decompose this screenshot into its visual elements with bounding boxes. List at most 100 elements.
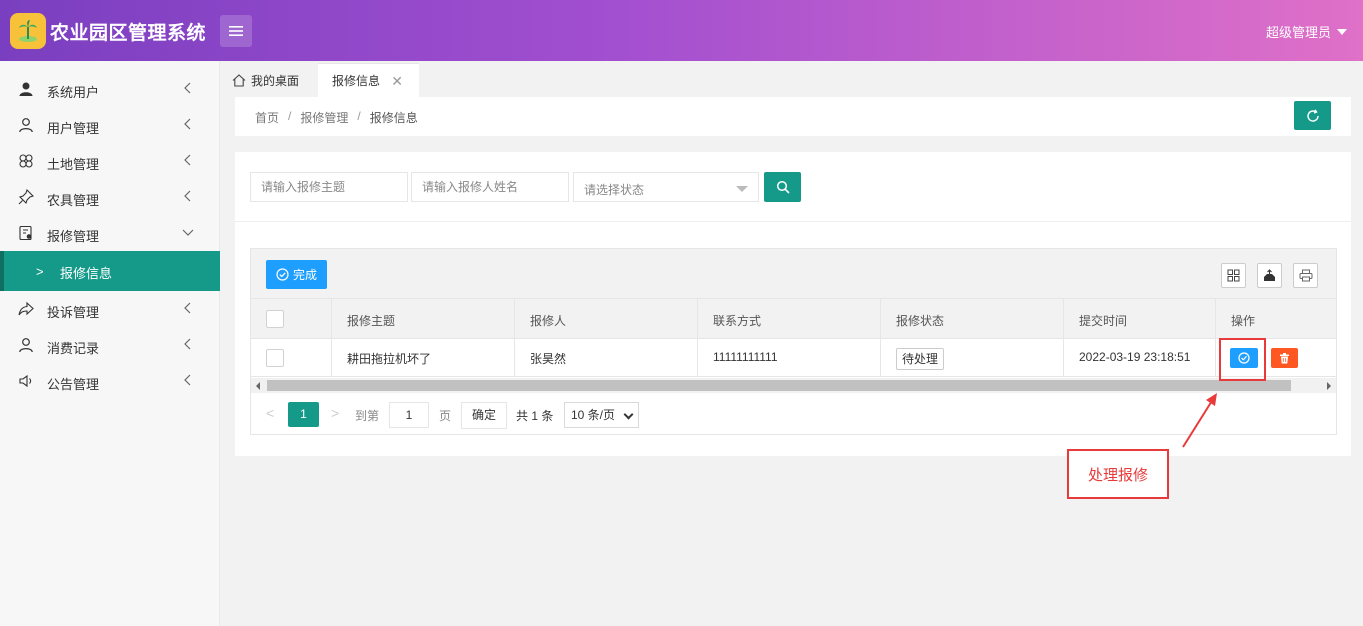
search-icon: [776, 180, 790, 194]
page-tabs: 我的桌面 报修信息 ✕: [220, 61, 1363, 97]
sidebar-item-label: 农具管理: [47, 193, 100, 208]
goto-page-input[interactable]: [389, 402, 429, 428]
column-filter-button[interactable]: [1221, 263, 1246, 288]
tab-repair-info[interactable]: 报修信息 ✕: [318, 63, 419, 97]
sidebar-item-complaint-management[interactable]: 投诉管理: [0, 291, 220, 327]
column-header: 操作: [1231, 314, 1256, 328]
row-checkbox[interactable]: [266, 349, 284, 367]
logo-icon: [10, 13, 46, 49]
user-solid-icon: [19, 82, 33, 96]
status-badge: 待处理: [896, 348, 945, 370]
top-header: 农业园区管理系统 超级管理员: [0, 0, 1363, 61]
annotation-arrow: [1182, 393, 1217, 448]
subject-search-input[interactable]: [250, 172, 408, 202]
prev-page-icon[interactable]: <: [266, 405, 274, 421]
divider: [235, 221, 1351, 222]
chevron-left-icon: [184, 338, 191, 350]
columns-icon: [1227, 269, 1240, 282]
total-count: 共 1 条: [516, 409, 554, 423]
close-icon[interactable]: ✕: [391, 73, 403, 90]
column-header: 报修人: [515, 299, 698, 338]
tab-my-desktop[interactable]: 我的桌面: [232, 63, 318, 97]
scroll-right-icon[interactable]: [1327, 382, 1331, 390]
sidebar-item-system-users[interactable]: 系统用户: [0, 71, 220, 107]
chevron-down-icon: [182, 229, 194, 236]
refresh-button[interactable]: [1294, 101, 1331, 130]
home-icon: [232, 73, 246, 87]
sidebar-subitem-repair-info[interactable]: > 报修信息: [0, 251, 220, 291]
chevron-left-icon: [184, 190, 191, 202]
chevron-left-icon: [184, 154, 191, 166]
annotation-callout: 处理报修: [1067, 449, 1169, 499]
sidebar-item-consumption-records[interactable]: 消费记录: [0, 327, 220, 363]
pin-icon: [18, 189, 34, 205]
breadcrumb-bar: 首页 / 报修管理 / 报修信息: [235, 97, 1351, 136]
cell-subject: 耕田拖拉机坏了: [332, 339, 515, 376]
sidebar-item-label: 土地管理: [47, 157, 100, 172]
breadcrumb: 首页 / 报修管理 / 报修信息: [255, 109, 418, 126]
page-unit-label: 页: [439, 409, 452, 423]
scrollbar-thumb[interactable]: [267, 380, 1291, 391]
scroll-left-icon[interactable]: [256, 382, 260, 390]
sidebar-item-repair-management[interactable]: 报修管理: [0, 215, 220, 251]
sidebar-item-label: 系统用户: [47, 85, 100, 100]
breadcrumb-separator: /: [357, 109, 361, 123]
chevron-left-icon: [184, 82, 191, 94]
export-icon: [1264, 269, 1275, 281]
delete-button[interactable]: [1271, 348, 1298, 368]
sidebar-item-tool-management[interactable]: 农具管理: [0, 179, 220, 215]
sidebar-item-label: 用户管理: [47, 121, 100, 136]
current-page-button[interactable]: 1: [288, 402, 319, 427]
chevron-right-icon: >: [36, 264, 44, 279]
sidebar-item-label: 公告管理: [47, 377, 100, 392]
goto-confirm-button[interactable]: 确定: [461, 402, 507, 429]
menu-toggle-button[interactable]: [220, 15, 252, 47]
dropdown-arrow-icon: [736, 186, 748, 192]
cell-reporter: 张昊然: [515, 339, 698, 376]
app-title: 农业园区管理系统: [50, 23, 207, 44]
cell-status: 待处理: [881, 339, 1064, 376]
column-header: 报修主题: [332, 299, 515, 338]
goto-label: 到第: [355, 409, 380, 423]
status-select[interactable]: 请选择状态: [573, 172, 759, 202]
speaker-icon: [19, 374, 32, 388]
user-menu[interactable]: 超级管理员: [1266, 22, 1347, 41]
sidebar-item-label: 消费记录: [47, 341, 100, 356]
row-select-cell: [251, 339, 332, 376]
table-row: 耕田拖拉机坏了 张昊然 11111111111 待处理 2022-03-19 2…: [251, 339, 1336, 377]
cell-time: 2022-03-19 23:18:51: [1064, 339, 1216, 376]
reporter-name-input[interactable]: [411, 172, 569, 202]
status-select-placeholder: 请选择状态: [584, 183, 645, 197]
select-all-checkbox[interactable]: [266, 310, 284, 328]
breadcrumb-repair-management[interactable]: 报修管理: [300, 109, 348, 126]
sidebar-item-announcement-management[interactable]: 公告管理: [0, 363, 220, 399]
next-page-icon[interactable]: >: [331, 405, 339, 421]
chevron-left-icon: [184, 374, 191, 386]
breadcrumb-current: 报修信息: [369, 111, 418, 125]
chevron-left-icon: [184, 118, 191, 130]
sidebar-item-land-management[interactable]: 土地管理: [0, 143, 220, 179]
export-button[interactable]: [1257, 263, 1282, 288]
user-menu-label: 超级管理员: [1265, 25, 1331, 40]
column-header: 联系方式: [698, 299, 881, 338]
search-button[interactable]: [764, 172, 801, 202]
user-outline-icon: [19, 118, 33, 133]
repair-doc-icon: [19, 225, 32, 241]
sidebar-item-label: 报修管理: [47, 229, 100, 244]
table-toolbar: 完成: [251, 249, 1336, 299]
complete-button[interactable]: 完成: [266, 260, 328, 289]
check-circle-icon: [276, 268, 289, 281]
complete-button-label: 完成: [293, 268, 318, 282]
sidebar-subitem-label: 报修信息: [60, 266, 113, 281]
flower-icon: [19, 154, 33, 168]
breadcrumb-home[interactable]: 首页: [255, 109, 279, 126]
breadcrumb-separator: /: [288, 109, 292, 123]
print-icon: [1299, 269, 1312, 282]
caret-down-icon: [1337, 28, 1347, 35]
sidebar-item-label: 投诉管理: [47, 305, 100, 320]
column-header: 报修状态: [881, 299, 1064, 338]
page-size-select[interactable]: 10 条/页: [564, 402, 639, 428]
trash-icon: [1280, 352, 1289, 363]
print-button[interactable]: [1293, 263, 1318, 288]
sidebar-item-user-management[interactable]: 用户管理: [0, 107, 220, 143]
